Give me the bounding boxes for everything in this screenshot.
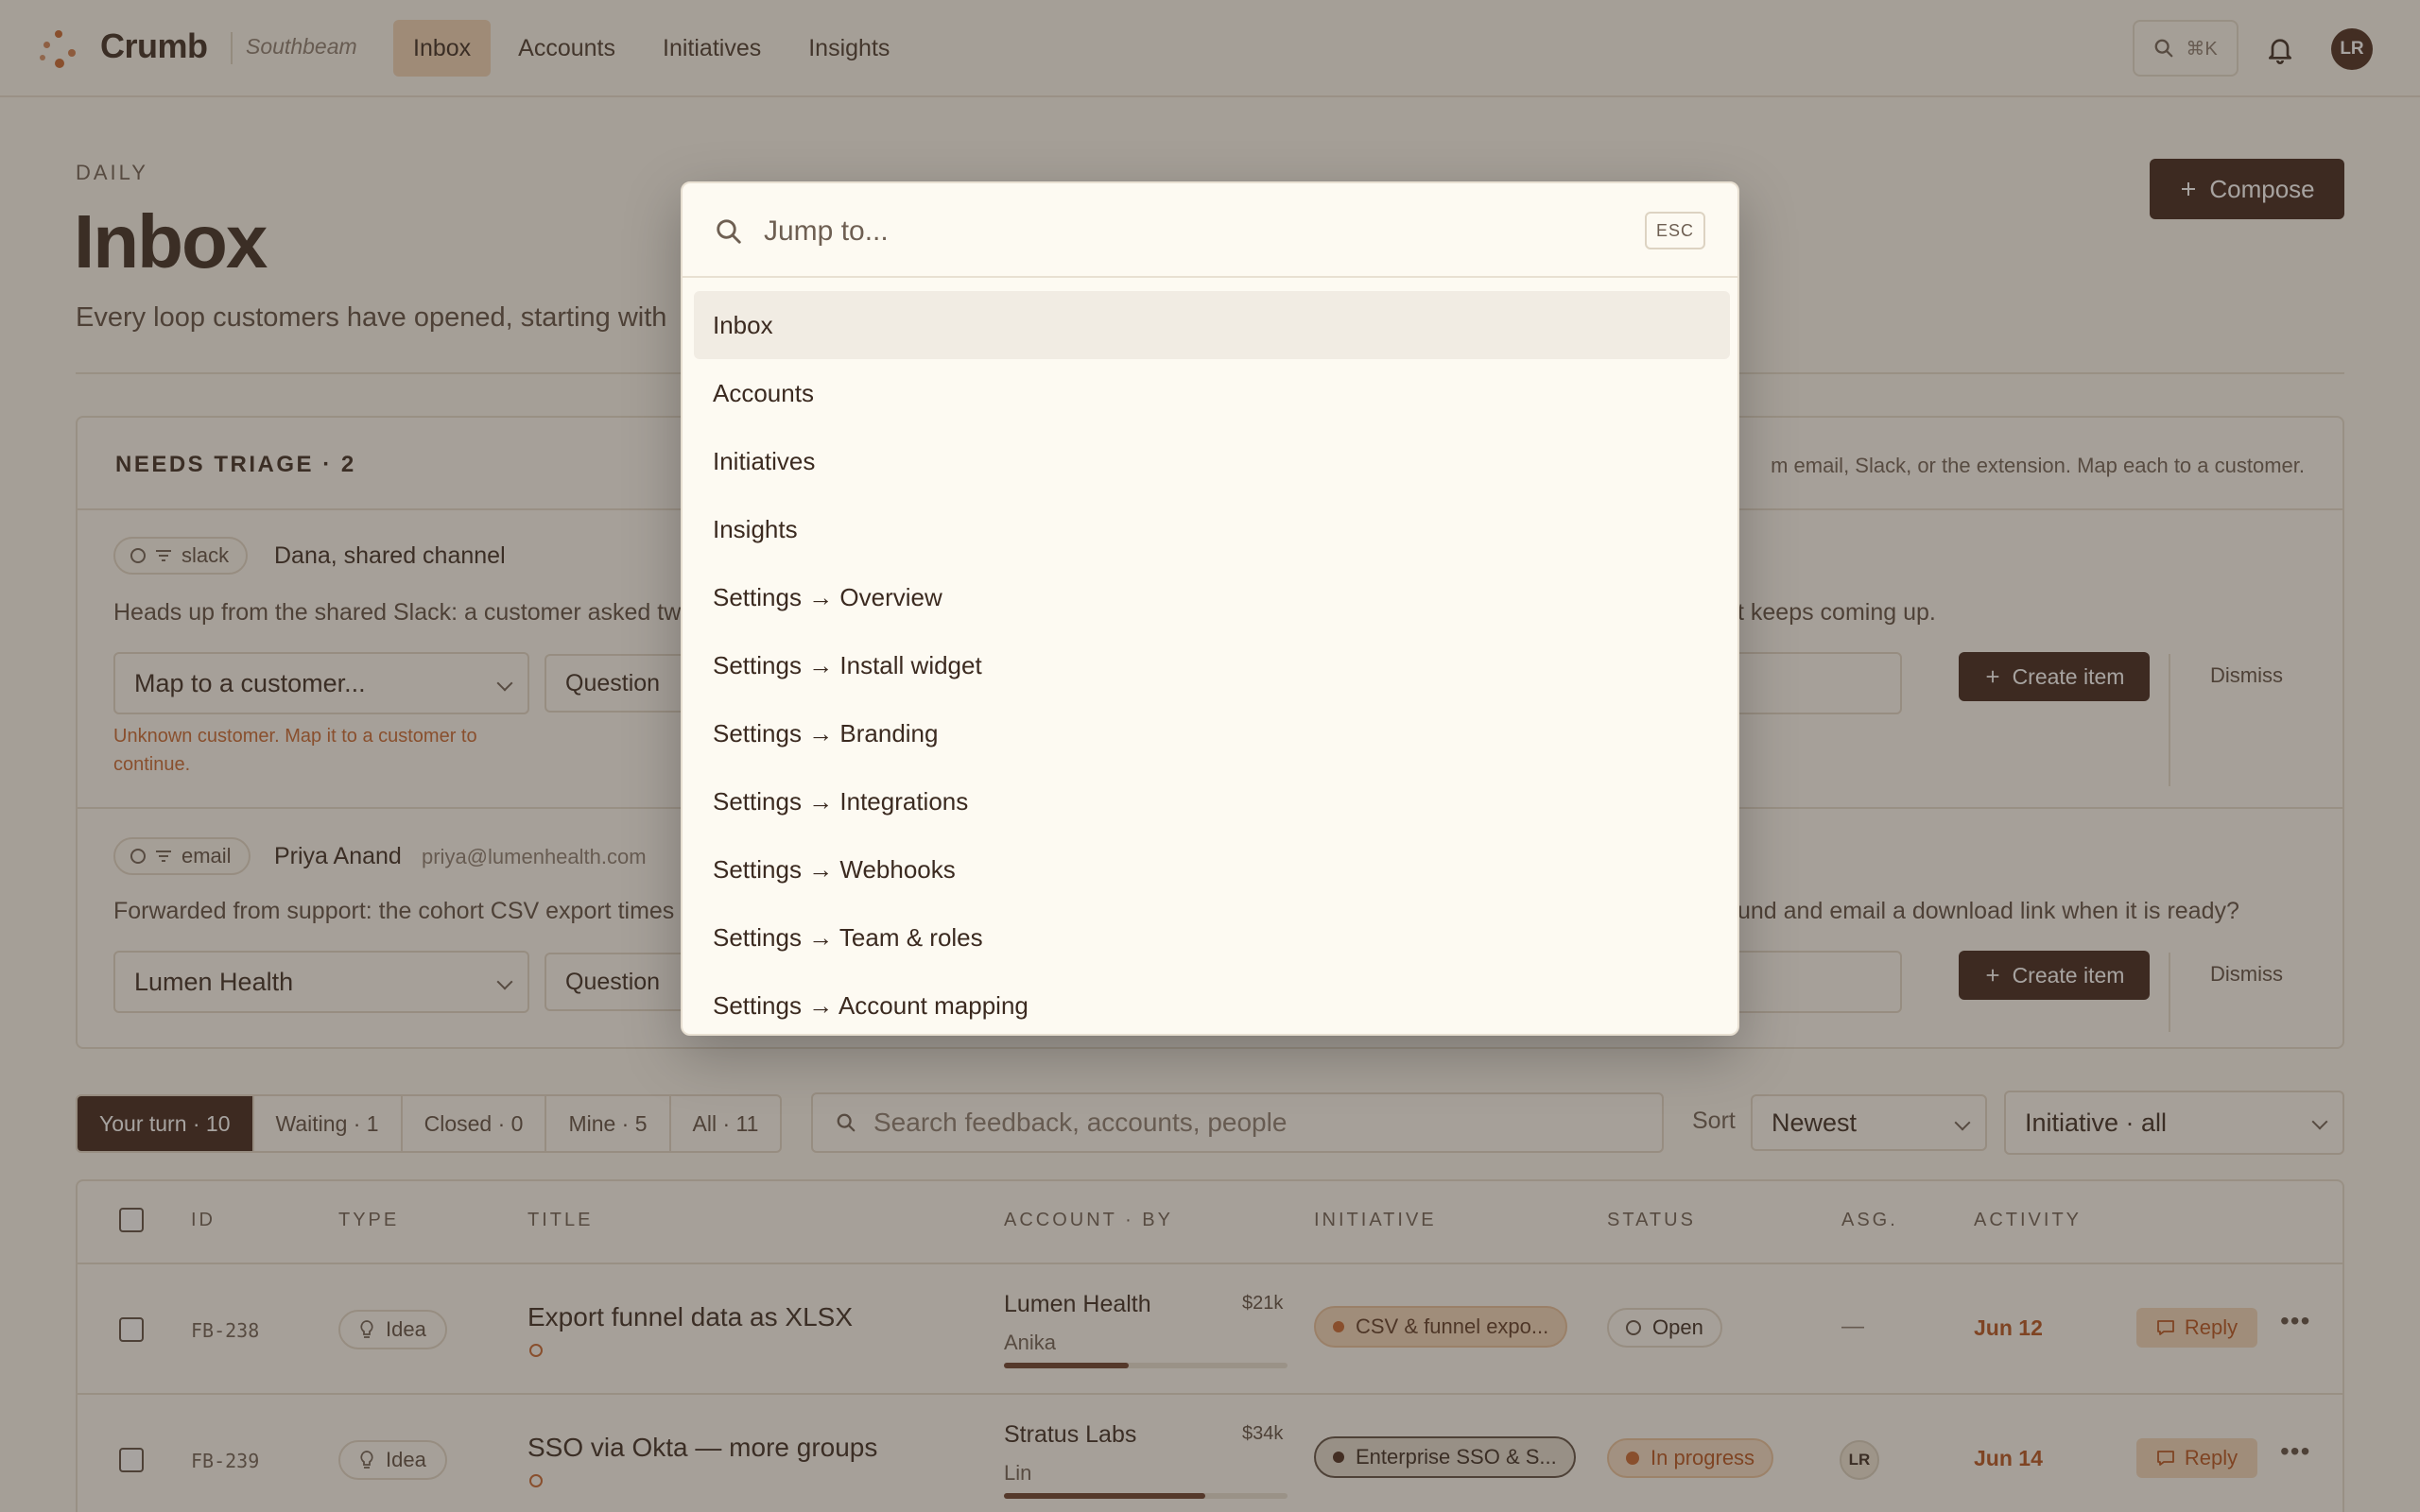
palette-item-settings-integrations[interactable]: Settings → Integrations <box>694 767 1730 835</box>
palette-item-settings-webhooks[interactable]: Settings → Webhooks <box>694 835 1730 903</box>
app-page: Crumb Southbeam Inbox Accounts Initiativ… <box>0 0 2420 1512</box>
palette-item-inbox[interactable]: Inbox <box>694 291 1730 359</box>
esc-key-badge[interactable]: ESC <box>1644 212 1705 249</box>
palette-item-settings-overview[interactable]: Settings → Overview <box>694 563 1730 631</box>
command-palette: ESC Inbox Accounts Initiatives Insights … <box>681 181 1739 1036</box>
palette-item-insights[interactable]: Insights <box>694 495 1730 563</box>
palette-item-settings-account-mapping[interactable]: Settings → Account mapping <box>694 971 1730 1034</box>
palette-item-initiatives[interactable]: Initiatives <box>694 427 1730 495</box>
palette-item-accounts[interactable]: Accounts <box>694 359 1730 427</box>
palette-search-input[interactable] <box>764 212 1596 251</box>
palette-item-settings-branding[interactable]: Settings → Branding <box>694 699 1730 767</box>
palette-results: Inbox Accounts Initiatives Insights Sett… <box>694 291 1730 1034</box>
palette-item-settings-team-roles[interactable]: Settings → Team & roles <box>694 903 1730 971</box>
search-icon <box>717 219 741 244</box>
palette-header: ESC <box>683 183 1737 278</box>
palette-item-settings-install-widget[interactable]: Settings → Install widget <box>694 631 1730 699</box>
